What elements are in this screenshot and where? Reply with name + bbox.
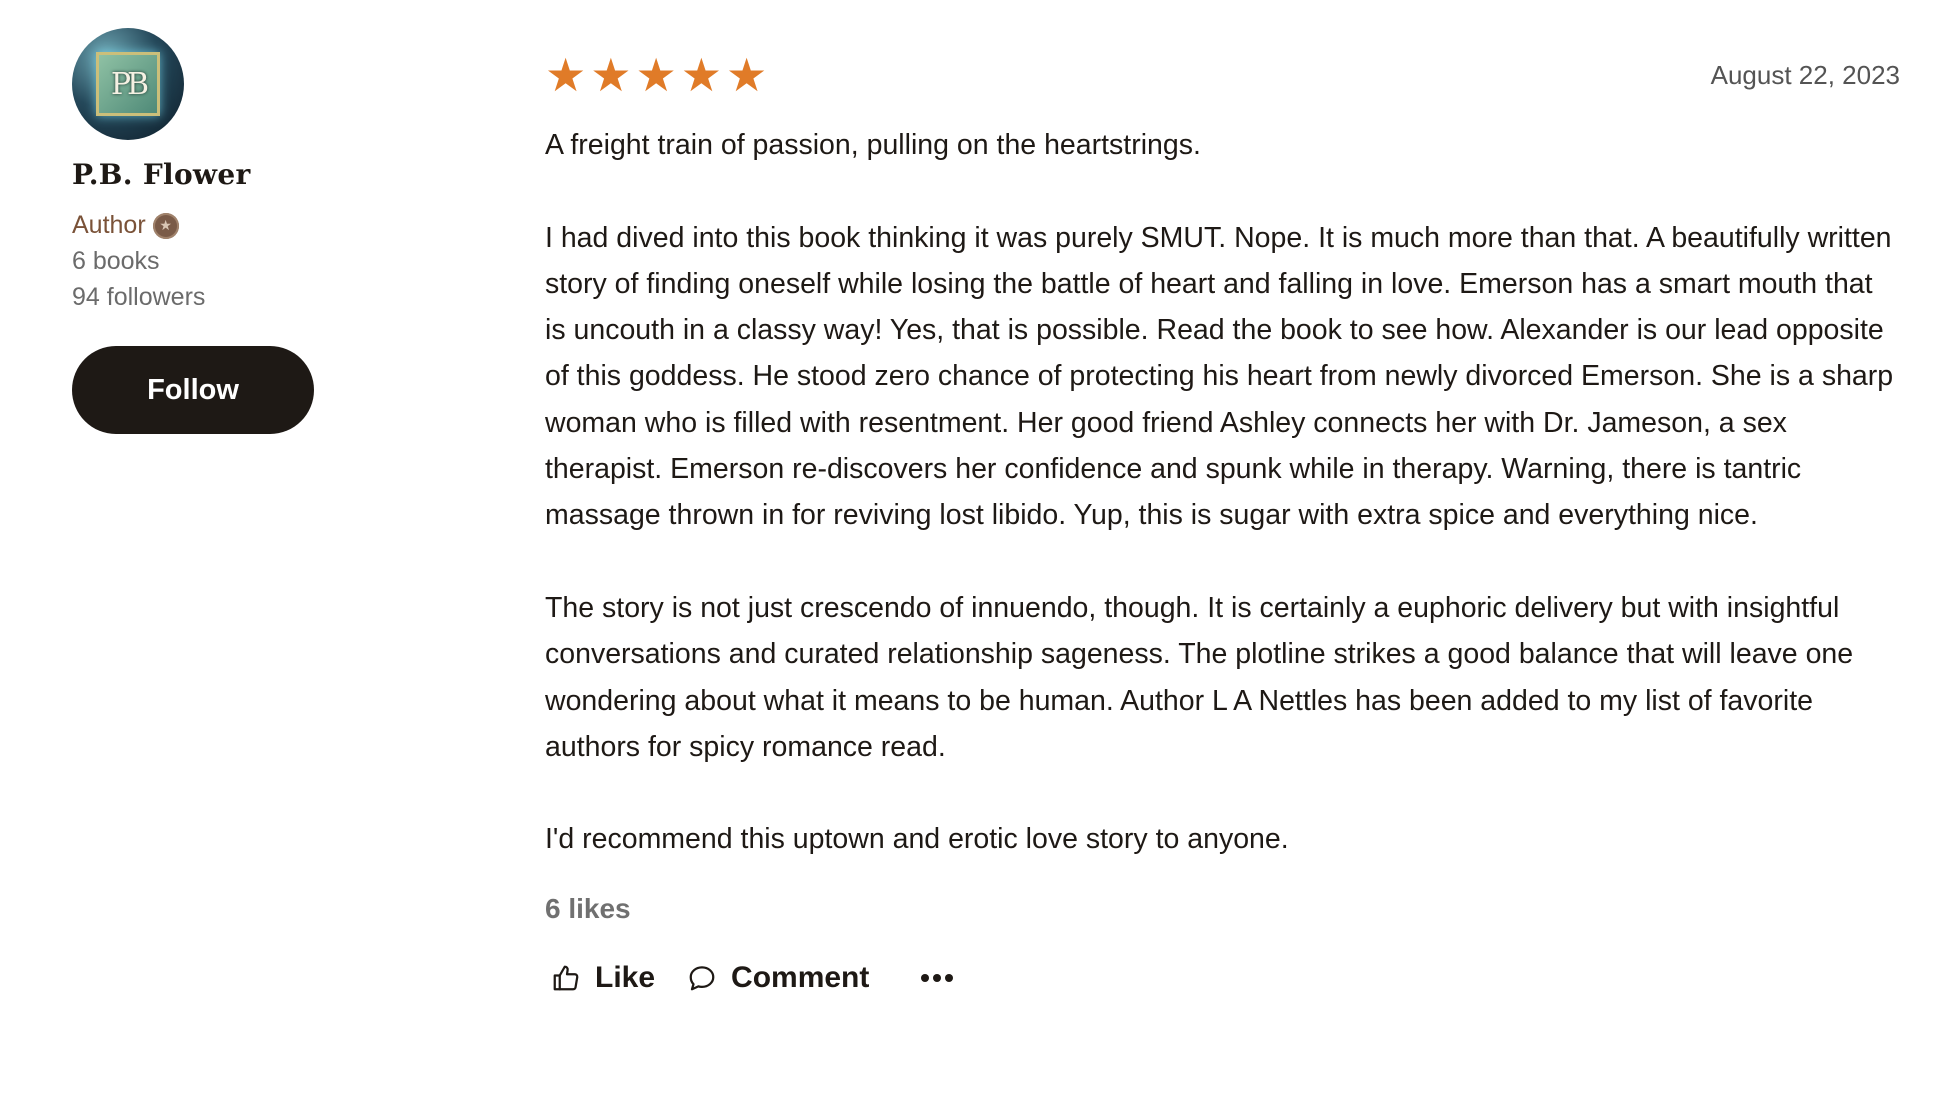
star-icon: ★ <box>590 49 632 101</box>
avatar-monogram: PB <box>110 66 149 102</box>
author-badge-icon: ★ <box>152 212 179 239</box>
comment-label: Comment <box>731 960 870 994</box>
follow-button[interactable]: Follow <box>72 346 314 434</box>
comment-icon <box>689 966 715 991</box>
star-icon: ★ <box>680 49 722 101</box>
review-text: A freight train of passion, pulling on t… <box>545 122 1900 863</box>
review-paragraph: I'd recommend this uptown and erotic lov… <box>545 823 1289 856</box>
thumbs-up-icon <box>553 965 579 991</box>
reviewer-card: PB P.B. Flower Author ★ 6 books 94 follo… <box>72 28 372 434</box>
reviewer-role: Author ★ <box>72 211 372 240</box>
star-icon: ★ <box>545 49 587 101</box>
review-paragraph: The story is not just crescendo of innue… <box>545 591 1854 763</box>
review-paragraph: I had dived into this book thinking it w… <box>545 221 1894 532</box>
review-paragraph: A freight train of passion, pulling on t… <box>545 129 1201 161</box>
likes-count[interactable]: 6 likes <box>545 893 1900 925</box>
star-icon: ★ <box>726 49 768 101</box>
review-header: ★ ★ ★ ★ ★ August 22, 2023 <box>545 50 1900 100</box>
avatar[interactable]: PB <box>72 28 184 140</box>
star-rating: ★ ★ ★ ★ ★ <box>545 52 767 98</box>
star-icon: ★ <box>635 49 677 101</box>
comment-button[interactable]: Comment <box>687 961 869 995</box>
like-label: Like <box>595 960 656 994</box>
review: ★ ★ ★ ★ ★ August 22, 2023 A freight train of… <box>545 50 1900 995</box>
ellipsis-icon <box>921 973 954 982</box>
review-date[interactable]: August 22, 2023 <box>1711 60 1900 91</box>
reviewer-followers: 94 followers <box>72 283 206 311</box>
reviewer-role-label: Author <box>72 211 146 239</box>
more-options-button[interactable] <box>919 972 969 984</box>
like-button[interactable]: Like <box>551 961 655 995</box>
reviewer-books: 6 books <box>72 247 160 275</box>
reviewer-name[interactable]: P.B. Flower <box>72 158 372 191</box>
review-actions: Like Comment <box>545 961 1900 995</box>
